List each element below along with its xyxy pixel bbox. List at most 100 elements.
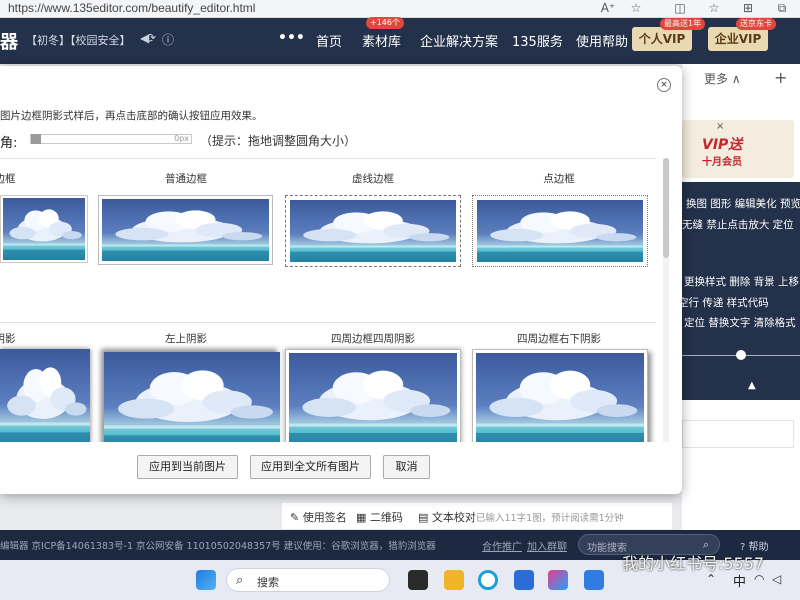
nav-help[interactable]: 使用帮助: [576, 31, 628, 50]
style-label: 四周边框右下阴影: [517, 333, 601, 345]
site-header: 器 【初冬】【校园安全】 ◀ ⟳ ⓘ ••• 首页 素材库 +146个 企业解决…: [0, 17, 800, 64]
style-option-normal-border[interactable]: [98, 195, 273, 265]
store-icon[interactable]: [514, 570, 534, 590]
style-label: 阴影: [0, 333, 16, 345]
style-option-border-all-shadow[interactable]: [285, 349, 461, 442]
search-icon: ⌕: [236, 573, 244, 588]
style-label: 左上阴影: [165, 333, 207, 345]
style-option-top-left-shadow[interactable]: [104, 352, 280, 442]
chevron-up-icon[interactable]: ▲: [748, 380, 756, 391]
qrcode-icon: ▦: [356, 511, 367, 524]
style-label: 四周边框四周阴影: [331, 333, 415, 345]
panel-input[interactable]: [682, 420, 794, 448]
editor-side-panel: 更多 ∧ + × VIP送 十月会员 换图 图形 编辑美化 预览 无缝 禁止点击…: [678, 64, 800, 534]
tool-row[interactable]: 定位 替换文字 清除格式: [684, 315, 796, 330]
style-label: 普通边框: [165, 173, 207, 185]
nav-enterprise-solutions[interactable]: 企业解决方案: [420, 31, 498, 50]
close-icon[interactable]: ×: [716, 121, 724, 132]
pen-icon: ✎: [290, 511, 300, 524]
topic-tags[interactable]: 【初冬】【校园安全】: [26, 32, 131, 48]
coop-link[interactable]: 合作推广: [482, 538, 522, 553]
radius-tip: （提示：拖地调整圆角大小）: [200, 134, 357, 148]
style-option-dashed-border[interactable]: [285, 195, 461, 267]
more-toggle[interactable]: 更多 ∧: [704, 70, 741, 87]
tool-row[interactable]: 更换样式 删除 背景 上移: [684, 274, 799, 289]
taskbar-search[interactable]: ⌕ 搜索: [226, 568, 390, 592]
enterprise-vip-badge: 送京东卡: [736, 18, 776, 30]
personal-vip-button[interactable]: 个人VIP: [632, 27, 692, 51]
windows-start-icon[interactable]: [196, 570, 216, 590]
join-group-link[interactable]: 加入群聊: [527, 538, 567, 553]
url-field[interactable]: https://www.135editor.com/beautify_edito…: [8, 1, 255, 15]
sky-image: [3, 198, 85, 260]
app-icon[interactable]: [548, 570, 568, 590]
personal-vip-badge: 最高送1年: [660, 18, 706, 30]
apply-current-image-button[interactable]: 应用到当前图片: [137, 455, 238, 479]
split-screen-icon[interactable]: ◫: [672, 1, 688, 15]
sky-image: [290, 200, 456, 262]
image-border-dialog: × 图片边框阴影式样后，再点击底部的确认按钮应用效果。 角: 0px （提示：拖…: [0, 66, 682, 494]
wifi-icon[interactable]: ◠: [754, 572, 764, 586]
radius-label: 角:: [0, 136, 18, 151]
signature-button[interactable]: ✎ 使用签名: [290, 509, 347, 525]
edge-browser-icon[interactable]: [478, 570, 498, 590]
sky-image: [102, 199, 269, 261]
tool-row[interactable]: 空行 传递 样式代码: [678, 295, 769, 310]
vip-promo-banner[interactable]: × VIP送 十月会员: [682, 120, 794, 178]
mail-icon[interactable]: [584, 570, 604, 590]
style-label: 边框: [0, 173, 16, 185]
gallery-scrollbar[interactable]: [663, 158, 669, 442]
sky-image: [289, 353, 457, 442]
scrollbar-thumb[interactable]: [663, 158, 669, 258]
info-icon[interactable]: ⓘ: [162, 31, 174, 48]
tool-row[interactable]: 无缝 禁止点击放大 定位: [682, 217, 794, 232]
cancel-button[interactable]: 取消: [383, 455, 430, 479]
browser-address-bar: https://www.135editor.com/beautify_edito…: [0, 0, 800, 18]
radius-slider[interactable]: 0px: [30, 134, 192, 144]
input-method-indicator[interactable]: 中: [733, 571, 746, 590]
apply-all-images-button[interactable]: 应用到全文所有图片: [250, 455, 371, 479]
style-option-border-bottom-right-shadow[interactable]: [472, 349, 648, 442]
enterprise-vip-button[interactable]: 企业VIP: [708, 27, 768, 51]
site-logo[interactable]: 器: [0, 28, 18, 54]
nav-materials[interactable]: 素材库: [362, 31, 401, 50]
border-style-gallery: 边框 普通边框 虚线边框 点边框 阴影 左上阴影 四周边框四周阴影 四周边框右下…: [0, 159, 656, 442]
editor-status-bar: ✎ 使用签名 ▦ 二维码 ▤ 文本校对 已输入11字1图，预计阅读需1分钟: [282, 503, 672, 529]
favorite-star-icon[interactable]: ☆: [628, 1, 644, 15]
refresh-icon[interactable]: ⟳: [146, 31, 156, 45]
favorites-icon[interactable]: ☆: [706, 1, 722, 15]
style-option-border[interactable]: [0, 195, 88, 263]
tool-row[interactable]: 换图 图形 编辑美化 预览: [686, 196, 800, 211]
nav-135-service[interactable]: 135服务: [512, 31, 563, 50]
more-menu-button[interactable]: •••: [278, 30, 305, 46]
qrcode-button[interactable]: ▦ 二维码: [356, 509, 403, 525]
sky-image: [0, 349, 90, 442]
image-tools-menu: 换图 图形 编辑美化 预览 无缝 禁止点击放大 定位 更换样式 删除 背景 上移…: [678, 182, 800, 400]
materials-badge: +146个: [366, 17, 404, 29]
promo-subtitle: 十月会员: [702, 157, 742, 168]
radius-value: 0px: [174, 134, 189, 143]
word-count: 已输入11字1图，预计阅读需1分钟: [476, 513, 624, 524]
style-label: 虚线边框: [352, 173, 394, 185]
extensions-icon[interactable]: ⧉: [774, 1, 790, 16]
promo-title: VIP送: [702, 137, 743, 153]
radius-slider-handle[interactable]: [31, 134, 41, 144]
proofread-button[interactable]: ▤ 文本校对: [418, 509, 476, 525]
sky-image: [476, 353, 644, 442]
size-slider-knob[interactable]: [736, 350, 746, 360]
sky-image: [104, 352, 280, 442]
task-view-icon[interactable]: [408, 570, 428, 590]
document-icon: ▤: [418, 511, 429, 524]
style-label: 点边框: [543, 173, 575, 185]
style-option-shadow[interactable]: [0, 349, 90, 442]
volume-icon[interactable]: ◁: [772, 572, 781, 586]
reader-mode-icon[interactable]: A⁺: [600, 1, 616, 15]
nav-home[interactable]: 首页: [316, 31, 342, 50]
file-explorer-icon[interactable]: [444, 570, 464, 590]
footer-info: 编辑器 京ICP备14061383号-1 京公网安备 1101050204835…: [0, 541, 436, 552]
close-icon[interactable]: ×: [657, 78, 671, 92]
collections-icon[interactable]: ⊞: [740, 1, 756, 15]
style-option-dotted-border[interactable]: [472, 195, 648, 267]
plus-icon[interactable]: +: [774, 68, 787, 87]
chevron-up-icon[interactable]: ⌃: [706, 572, 716, 586]
